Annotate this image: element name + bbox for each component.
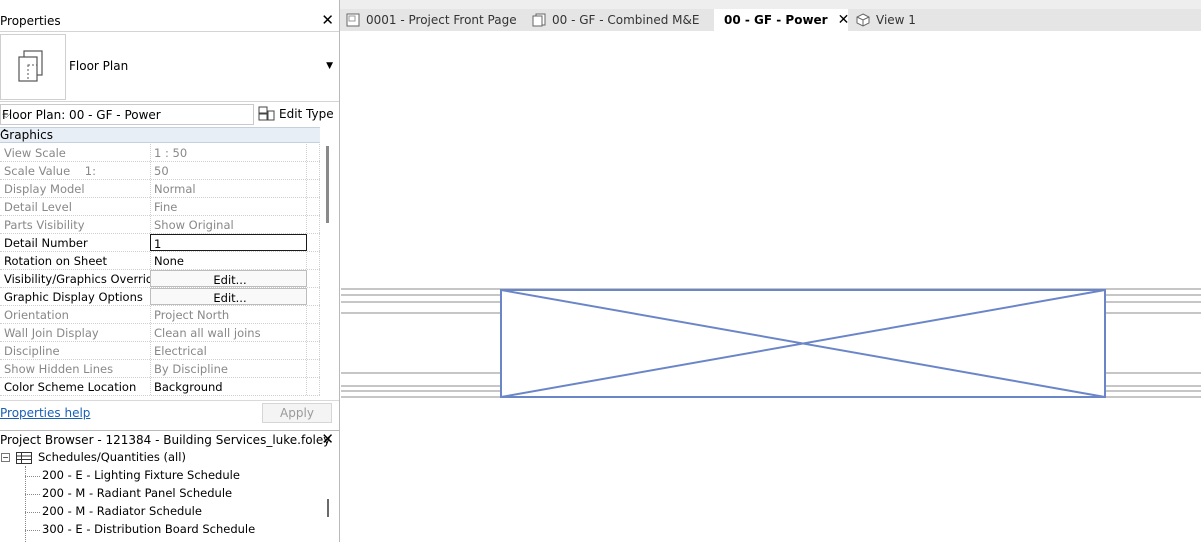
close-icon[interactable]: ✕ <box>321 430 334 448</box>
property-name: Visibility/Graphics Overrid... <box>4 272 150 286</box>
tree-item-label: 200 - M - Radiator Schedule <box>42 504 202 518</box>
property-row: Graphic Display Options Edit... <box>0 288 320 306</box>
project-browser-title: Project Browser - 121384 - Building Serv… <box>0 433 331 447</box>
property-row: View Scale 1 : 50 <box>0 144 320 162</box>
tree-item[interactable]: 200 - M - Radiator Schedule <box>0 503 320 521</box>
property-name: Show Hidden Lines <box>4 362 114 376</box>
drawing-svg <box>341 288 1201 398</box>
collapse-icon[interactable]: ⌃ <box>0 127 315 140</box>
tree-item-label: 300 - E - Distribution Board Schedule <box>42 522 256 536</box>
property-value[interactable]: 50 <box>150 162 307 179</box>
property-row: Show Hidden Lines By Discipline <box>0 360 320 378</box>
properties-help-link[interactable]: Properties help <box>0 406 90 420</box>
tab-project-front-page[interactable]: 0001 - Project Front Page <box>344 9 524 31</box>
drawing-canvas[interactable] <box>341 31 1201 542</box>
tab-combined-me[interactable]: 00 - GF - Combined M&E <box>530 9 710 31</box>
property-value[interactable]: Project North <box>150 306 307 323</box>
property-value[interactable]: None <box>150 252 307 269</box>
property-value[interactable]: Fine <box>150 198 307 215</box>
project-browser-tree: − Schedules/Quantities (all) 200 - E - L… <box>0 449 320 539</box>
property-name: Display Model <box>4 182 85 196</box>
property-name: Discipline <box>4 344 60 358</box>
tab-label: 00 - GF - Combined M&E <box>552 13 700 27</box>
edit-type-button[interactable]: Edit Type <box>258 104 334 124</box>
properties-grid: View Scale 1 : 50 Scale Value 1: 50 Disp… <box>0 144 320 396</box>
tree-node-schedules[interactable]: − Schedules/Quantities (all) <box>0 449 320 467</box>
property-row: Visibility/Graphics Overrid... Edit... <box>0 270 320 288</box>
dropdown-caret-icon[interactable]: ▼ <box>326 61 333 71</box>
property-name: Color Scheme Location <box>4 380 137 394</box>
edit-type-label: Edit Type <box>279 107 334 121</box>
tab-label: View 1 <box>876 13 916 27</box>
property-row: Orientation Project North <box>0 306 320 324</box>
schedule-table-icon <box>16 452 32 464</box>
tab-gf-power[interactable]: 00 - GF - Power ✕ <box>714 9 850 31</box>
floor-plan-icon <box>0 34 66 100</box>
view-instance-select[interactable]: Floor Plan: 00 - GF - Power ⌵ <box>0 104 254 125</box>
sheet-icon <box>346 13 360 27</box>
type-selector[interactable]: Floor Plan ▼ <box>0 31 339 102</box>
property-value[interactable]: Clean all wall joins <box>150 324 307 341</box>
crop-region-box[interactable] <box>500 289 1106 398</box>
tab-label: 00 - GF - Power <box>724 13 828 27</box>
chevron-down-icon[interactable]: ⌵ <box>2 108 248 122</box>
close-icon[interactable]: ✕ <box>321 11 334 29</box>
property-name: Parts Visibility <box>4 218 85 232</box>
property-value[interactable]: By Discipline <box>150 360 307 377</box>
tree-item[interactable]: 200 - E - Lighting Fixture Schedule <box>0 467 320 485</box>
view-tabs: 0001 - Project Front Page 00 - GF - Comb… <box>340 9 1201 31</box>
property-value[interactable]: Normal <box>150 180 307 197</box>
detail-number-input[interactable]: 1 <box>150 234 307 251</box>
property-row: Color Scheme Location Background <box>0 378 320 396</box>
floor-plan-icon <box>532 13 546 27</box>
tree-item[interactable]: 300 - E - Distribution Board Schedule <box>0 521 320 539</box>
tree-item-label: 200 - E - Lighting Fixture Schedule <box>42 468 240 482</box>
property-value[interactable]: Electrical <box>150 342 307 359</box>
property-row: Wall Join Display Clean all wall joins <box>0 324 320 342</box>
properties-title: Properties <box>0 14 61 28</box>
property-value[interactable]: Background <box>150 378 307 395</box>
apply-button[interactable]: Apply <box>262 403 332 423</box>
close-icon[interactable]: ✕ <box>838 12 850 28</box>
left-dock: Properties ✕ Floor Plan ▼ Floor Plan: 00… <box>0 0 340 542</box>
property-value[interactable]: 1 : 50 <box>150 144 307 161</box>
property-name: Graphic Display Options <box>4 290 143 304</box>
tab-label: 0001 - Project Front Page <box>366 13 517 27</box>
property-value[interactable]: Show Original <box>150 216 307 233</box>
3d-view-icon <box>856 13 870 27</box>
property-name: Scale Value 1: <box>4 164 96 178</box>
graphic-display-edit-button[interactable]: Edit... <box>150 288 307 305</box>
properties-scrollbar[interactable] <box>326 146 329 223</box>
property-name: Detail Number <box>4 236 88 250</box>
property-row: Rotation on Sheet None <box>0 252 320 270</box>
property-name: Orientation <box>4 308 69 322</box>
visibility-graphics-edit-button[interactable]: Edit... <box>150 270 307 287</box>
property-row: Scale Value 1: 50 <box>0 162 320 180</box>
property-name: Wall Join Display <box>4 326 99 340</box>
property-row: Parts Visibility Show Original <box>0 216 320 234</box>
property-row: Discipline Electrical <box>0 342 320 360</box>
tree-node-label: Schedules/Quantities (all) <box>38 450 186 464</box>
type-name: Floor Plan <box>69 59 129 73</box>
tree-item[interactable]: 200 - M - Radiant Panel Schedule <box>0 485 320 503</box>
properties-header: Properties ✕ <box>0 10 339 32</box>
collapse-tree-icon[interactable]: − <box>1 453 10 462</box>
property-name: Rotation on Sheet <box>4 254 107 268</box>
properties-footer: Properties help Apply <box>0 400 339 426</box>
property-row: Detail Number 1 <box>0 234 320 252</box>
tab-view-1[interactable]: View 1 <box>852 9 932 31</box>
property-name: View Scale <box>4 146 66 160</box>
group-header-graphics[interactable]: Graphics ⌃ <box>0 127 320 143</box>
project-browser-scrollbar[interactable] <box>327 499 329 517</box>
property-name: Detail Level <box>4 200 72 214</box>
property-row: Detail Level Fine <box>0 198 320 216</box>
tree-item-label: 200 - M - Radiant Panel Schedule <box>42 486 233 500</box>
edit-type-icon <box>258 106 275 121</box>
property-row: Display Model Normal <box>0 180 320 198</box>
